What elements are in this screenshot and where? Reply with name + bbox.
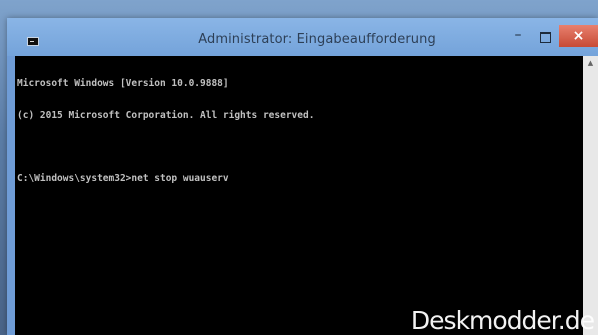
desktop-background: Administrator: Eingabeaufforderung – × M… [0,0,598,335]
console-output[interactable]: Microsoft Windows [Version 10.0.9888] (c… [15,56,583,335]
scroll-up-arrow-icon[interactable]: ▲ [583,56,598,70]
console-command-line: C:\Windows\system32>net stop wuauserv [17,172,229,184]
minimize-button[interactable]: – [505,26,531,48]
vertical-scrollbar[interactable]: ▲ [583,56,598,335]
window-titlebar[interactable]: Administrator: Eingabeaufforderung – × [7,18,598,56]
maximize-icon [540,32,551,43]
console-line: (c) 2015 Microsoft Corporation. All righ… [17,109,315,121]
window-title: Administrator: Eingabeaufforderung [198,32,436,47]
maximize-button[interactable] [532,26,558,48]
close-button[interactable]: × [559,25,598,47]
watermark-text: Deskmodder.de [410,306,595,335]
console-app-icon[interactable] [27,37,39,46]
command-prompt-window: Administrator: Eingabeaufforderung – × M… [7,18,598,335]
console-line: Microsoft Windows [Version 10.0.9888] [17,78,229,89]
